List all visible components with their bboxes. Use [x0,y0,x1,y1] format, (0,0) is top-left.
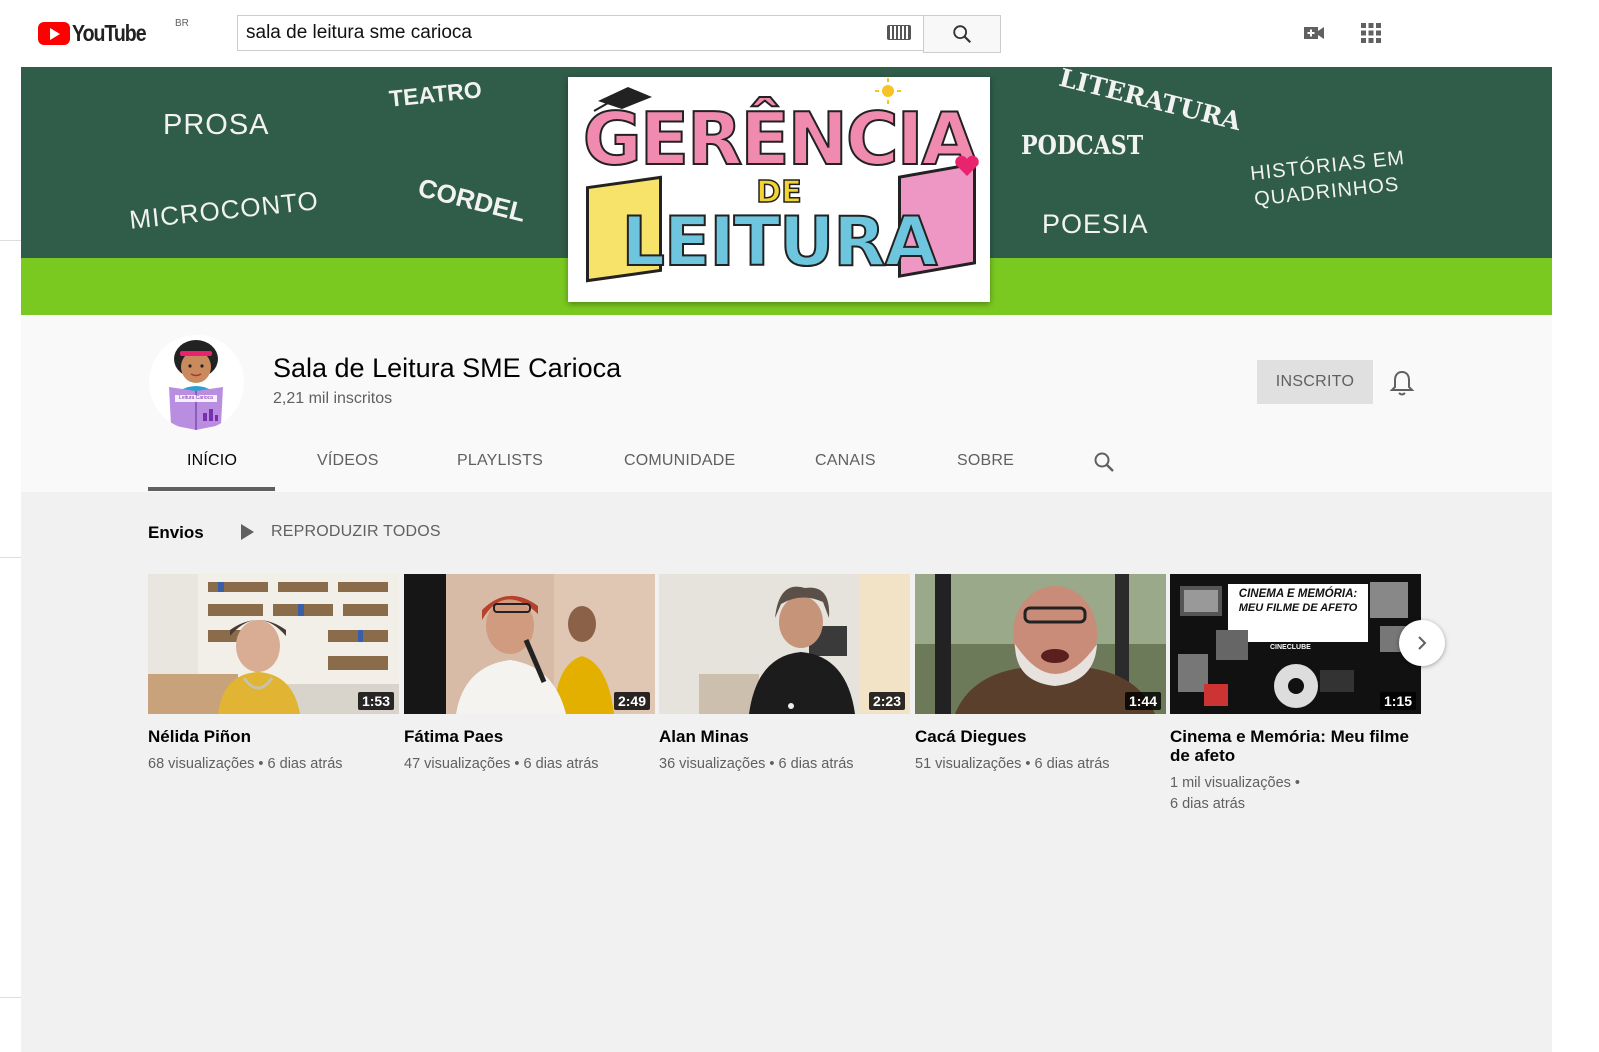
search-input[interactable] [237,15,923,51]
channel-tabs: INÍCIO VÍDEOS PLAYLISTS COMUNIDADE CANAI… [21,440,1552,492]
video-age: 6 dias atrás [267,756,343,772]
search-icon [1094,452,1114,472]
video-duration: 1:15 [1379,692,1416,710]
tab-playlists[interactable]: PLAYLISTS [457,452,543,470]
video-age: 6 dias atrás [778,756,854,772]
avatar-girl-reading-icon [149,335,244,430]
video-card[interactable]: 2:49 Fátima Paes 47 visualizações • 6 di… [404,574,655,775]
video-title[interactable]: Cinema e Memória: Meu filme de afeto [1170,727,1421,765]
banner-word: LITERATURA [1056,67,1245,137]
banner-word: POESIA [1042,209,1149,239]
video-title[interactable]: Fátima Paes [404,727,655,746]
video-camera-add-icon [1304,27,1324,39]
video-card[interactable]: 1:44 Cacá Diegues 51 visualizações • 6 d… [915,574,1166,775]
video-views: 68 visualizações [148,756,255,772]
video-duration: 1:44 [1124,692,1161,710]
chevron-right-icon [1418,636,1427,650]
search-button[interactable] [923,15,1001,53]
edge-line [0,557,21,558]
video-age: 6 dias atrás [1034,756,1110,772]
tab-videos[interactable]: VÍDEOS [317,452,379,470]
video-title[interactable]: Alan Minas [659,727,910,746]
thumbnail-brand: CINECLUBE [1270,644,1311,651]
video-title[interactable]: Nélida Piñon [148,727,399,746]
video-meta: 68 visualizações • 6 dias atrás [148,756,343,772]
video-title[interactable]: Cacá Diegues [915,727,1166,746]
video-views: 51 visualizações [915,756,1022,772]
uploads-section: Envios REPRODUZIR TODOS 1:53 Nélida Piño… [21,492,1552,1052]
channel-header: Leitura Carioca Sala de Leitura SME Cari… [21,315,1552,492]
logo-region: BR [175,18,189,29]
section-title[interactable]: Envios [148,523,204,543]
play-all-button[interactable]: REPRODUZIR TODOS [239,523,441,541]
video-views: 36 visualizações [659,756,766,772]
notifications-button[interactable] [1389,369,1415,402]
search-icon [953,25,972,44]
banner-card-title: GERÊNCIA [582,96,979,182]
banner-word: CORDEL [415,172,529,228]
heart-icon [955,155,979,176]
youtube-logo[interactable]: YouTube BR [38,18,189,47]
video-meta: 47 visualizações • 6 dias atrás [404,756,599,772]
channel-avatar[interactable]: Leitura Carioca [149,335,244,430]
banner-logo-card: GERÊNCIA DE LEITURA [568,77,990,302]
apps-button[interactable] [1355,17,1387,49]
video-meta: 1 mil visualizações • 6 dias atrás [1170,773,1421,815]
apps-grid-icon [1361,23,1381,43]
bell-icon [1389,370,1415,396]
create-video-button[interactable] [1298,17,1330,49]
play-icon [241,524,254,540]
thumbnail-heading: MEU FILME DE AFETO [1238,602,1358,614]
video-thumbnail[interactable]: CINEMA E MEMÓRIA: MEU FILME DE AFETO CIN… [1170,574,1421,714]
video-age: 6 dias atrás [1170,796,1245,812]
subscribed-button[interactable]: INSCRITO [1257,360,1373,404]
video-age: 6 dias atrás [523,756,599,772]
channel-search-button[interactable] [1092,450,1116,479]
tab-inicio[interactable]: INÍCIO [187,452,237,470]
thumbnail-heading: CINEMA E MEMÓRIA: [1238,588,1358,600]
video-card[interactable]: 1:53 Nélida Piñon 68 visualizações • 6 d… [148,574,399,775]
tab-canais[interactable]: CANAIS [815,452,876,470]
youtube-play-icon [38,22,70,45]
play-all-label: REPRODUZIR TODOS [271,523,441,540]
logo-text: YouTube [72,20,147,46]
video-views: 47 visualizações [404,756,511,772]
video-meta: 36 visualizações • 6 dias atrás [659,756,854,772]
video-card[interactable]: 2:23 Alan Minas 36 visualizações • 6 dia… [659,574,910,775]
keyboard-icon[interactable] [887,25,911,40]
subscriber-count: 2,21 mil inscritos [273,390,393,407]
banner-word: PODCAST [1021,131,1144,161]
top-bar: YouTube BR [0,0,1599,66]
banner-word: MICROCONTO [127,185,321,235]
video-thumbnail[interactable]: 1:53 [148,574,399,714]
video-thumbnail[interactable]: 1:44 [915,574,1166,714]
edge-line [0,997,21,998]
video-views: 1 mil visualizações • [1170,775,1300,791]
video-duration: 2:49 [613,692,650,710]
active-tab-indicator [148,487,275,491]
video-meta: 51 visualizações • 6 dias atrás [915,756,1110,772]
search-bar [237,15,1001,53]
tab-sobre[interactable]: SOBRE [957,452,1014,470]
banner-card-leitura: LEITURA [621,202,939,283]
edge-line [0,240,21,241]
video-duration: 1:53 [357,692,394,710]
avatar-book-text: Leitura Carioca [179,395,213,401]
tab-comunidade[interactable]: COMUNIDADE [624,452,735,470]
video-thumbnail[interactable]: 2:49 [404,574,655,714]
channel-banner: PROSA TEATRO MICROCONTO CORDEL LITERATUR… [21,67,1552,315]
video-thumbnail[interactable]: 2:23 [659,574,910,714]
banner-word: PROSA [163,109,270,141]
video-card[interactable]: CINEMA E MEMÓRIA: MEU FILME DE AFETO CIN… [1170,574,1421,815]
banner-word: TEATRO [387,76,483,112]
video-duration: 2:23 [868,692,905,710]
carousel-next-button[interactable] [1399,620,1445,666]
channel-name: Sala de Leitura SME Carioca [273,353,622,383]
